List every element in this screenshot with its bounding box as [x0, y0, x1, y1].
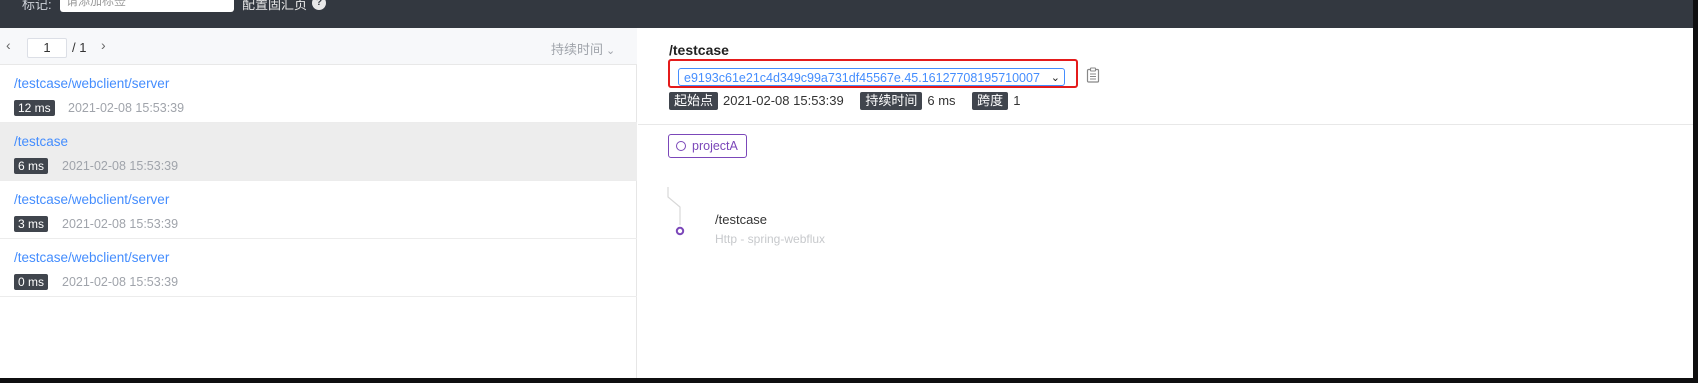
- chevron-right-icon[interactable]: ›: [101, 37, 106, 53]
- service-tag[interactable]: projectA: [668, 134, 747, 158]
- tag-label: 标记:: [22, 0, 52, 12]
- duration-badge: 0 ms: [14, 274, 49, 290]
- trace-time: 2021-02-08 15:53:39: [62, 217, 179, 231]
- trace-endpoint[interactable]: /testcase/webclient/server: [14, 192, 169, 207]
- sort-dropdown[interactable]: 持续时间 ⌄: [551, 39, 615, 58]
- window-edge: [0, 378, 1698, 383]
- trace-time: 2021-02-08 15:53:39: [68, 101, 185, 115]
- trace-time: 2021-02-08 15:53:39: [62, 159, 179, 173]
- span-tree-connector: [667, 187, 685, 236]
- page-number-input[interactable]: 1: [27, 38, 67, 58]
- chevron-down-icon: ⌄: [1050, 72, 1060, 84]
- trace-id-select[interactable]: e9193c61e21c4d349c99a731df45567e.45.1612…: [678, 68, 1065, 86]
- trace-list: /testcase/webclient/server 12 ms 2021-02…: [0, 65, 637, 297]
- span-count-label: 跨度: [972, 92, 1009, 110]
- trace-list-item[interactable]: /testcase/webclient/server 0 ms 2021-02-…: [0, 239, 637, 297]
- trace-meta: 起始点 2021-02-08 15:53:39 持续时间 6 ms 跨度 1: [669, 92, 1033, 110]
- trace-list-item[interactable]: /testcase/webclient/server 3 ms 2021-02-…: [0, 181, 637, 239]
- start-value: 2021-02-08 15:53:39: [723, 93, 844, 108]
- sort-label: 持续时间: [551, 42, 604, 57]
- trace-list-item[interactable]: /testcase/webclient/server 12 ms 2021-02…: [0, 65, 637, 123]
- window-edge: [1693, 0, 1698, 383]
- clipboard-icon[interactable]: [1086, 67, 1100, 83]
- trace-endpoint[interactable]: /testcase/webclient/server: [14, 76, 169, 91]
- config-link[interactable]: 配置固汇页: [242, 0, 307, 13]
- start-label: 起始点: [669, 92, 719, 110]
- duration-badge: 12 ms: [14, 100, 55, 116]
- trace-list-panel: ‹ 1 / 1 › 持续时间 ⌄ /testcase/webclient/serv…: [0, 28, 637, 378]
- duration-badge: 6 ms: [14, 158, 49, 174]
- circle-icon: [676, 141, 686, 151]
- duration-label: 持续时间: [860, 92, 923, 110]
- service-name: projectA: [692, 139, 738, 153]
- chevron-down-icon: ⌄: [606, 45, 616, 57]
- duration-value: 6 ms: [927, 93, 956, 108]
- pagination-bar: ‹ 1 / 1 › 持续时间 ⌄: [0, 28, 637, 65]
- page-total: / 1: [72, 40, 87, 55]
- span-name[interactable]: /testcase: [715, 212, 767, 227]
- trace-endpoint[interactable]: /testcase: [14, 134, 68, 149]
- trace-title: /testcase: [669, 42, 729, 58]
- trace-detail-header: /testcase e9193c61e21c4d349c99a731df4556…: [638, 28, 1693, 125]
- span-component: Http - spring-webflux: [715, 232, 826, 246]
- tag-input[interactable]: 请添加标签: [60, 0, 234, 12]
- duration-badge: 3 ms: [14, 216, 49, 232]
- trace-list-item-selected[interactable]: /testcase 6 ms 2021-02-08 15:53:39: [0, 123, 637, 181]
- trace-endpoint[interactable]: /testcase/webclient/server: [14, 250, 169, 265]
- question-circle-icon[interactable]: ?: [312, 0, 326, 10]
- top-toolbar: 标记: 请添加标签 配置固汇页 ?: [0, 0, 1698, 28]
- trace-time: 2021-02-08 15:53:39: [62, 275, 179, 289]
- trace-id-value: e9193c61e21c4d349c99a731df45567e.45.1612…: [684, 71, 1040, 85]
- chevron-left-icon[interactable]: ‹: [6, 37, 11, 53]
- span-count-value: 1: [1013, 93, 1021, 108]
